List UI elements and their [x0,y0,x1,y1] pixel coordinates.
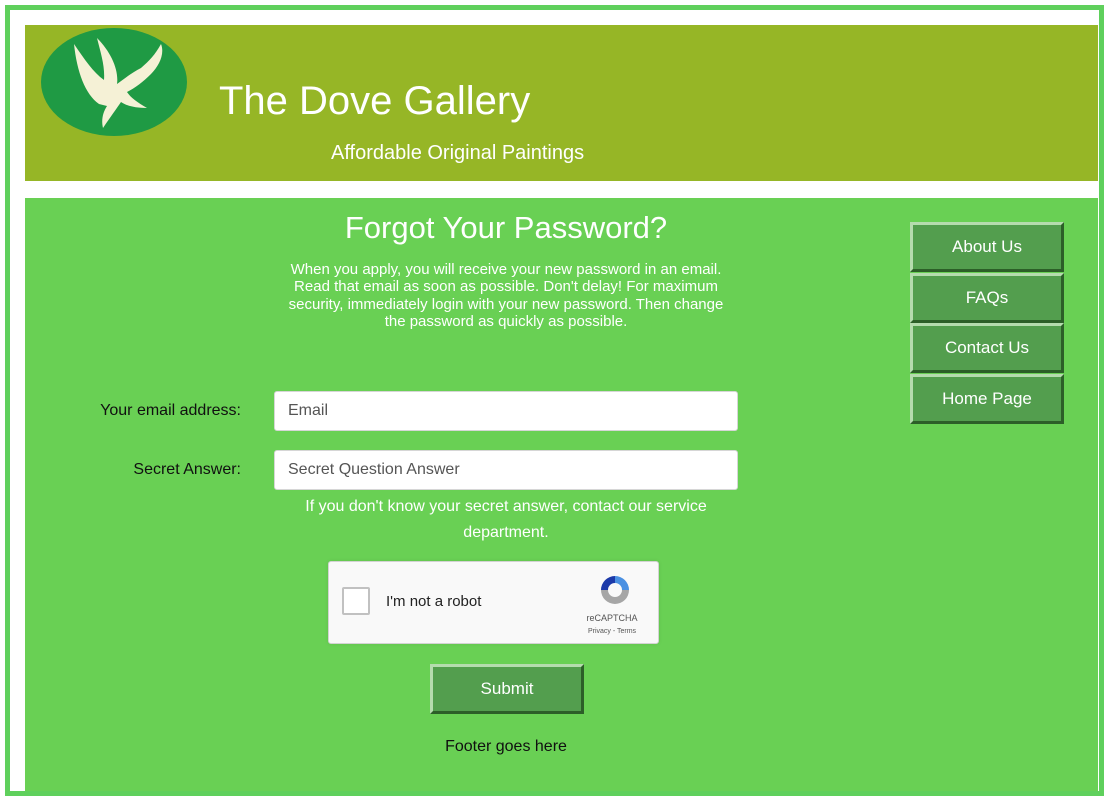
secret-answer-hint: If you don't know your secret answer, co… [305,498,707,541]
page-title: Forgot Your Password? [344,210,668,245]
nav-contact-us-button[interactable]: Contact Us [910,323,1064,373]
nav-home-page-button[interactable]: Home Page [910,374,1064,424]
email-input[interactable] [274,391,738,431]
nav-about-us-button[interactable]: About Us [910,222,1064,272]
site-header: The Dove Gallery Affordable Original Pai… [25,25,1098,181]
dove-logo-icon[interactable] [41,28,187,136]
main-content: Forgot Your Password? When you apply, yo… [25,198,1098,791]
recaptcha-label: I'm not a robot [386,593,482,610]
intro-text: When you apply, you will receive your ne… [288,261,724,330]
recaptcha-brand: reCAPTCHA [586,613,638,623]
recaptcha-widget: I'm not a robot reCAPTCHA Privacy - Term… [328,561,659,644]
secret-answer-input[interactable] [274,450,738,490]
recaptcha-privacy-terms[interactable]: Privacy - Terms [572,628,652,635]
recaptcha-checkbox[interactable] [342,587,370,615]
site-title: The Dove Gallery [219,79,531,123]
footer-text: Footer goes here [445,738,567,755]
nav-faqs-button[interactable]: FAQs [910,273,1064,323]
secret-answer-label: Secret Answer: [133,461,241,478]
email-label: Your email address: [100,402,241,419]
recaptcha-logo-icon [601,576,629,604]
submit-button[interactable]: Submit [430,664,584,714]
site-subtitle: Affordable Original Paintings [331,142,585,164]
